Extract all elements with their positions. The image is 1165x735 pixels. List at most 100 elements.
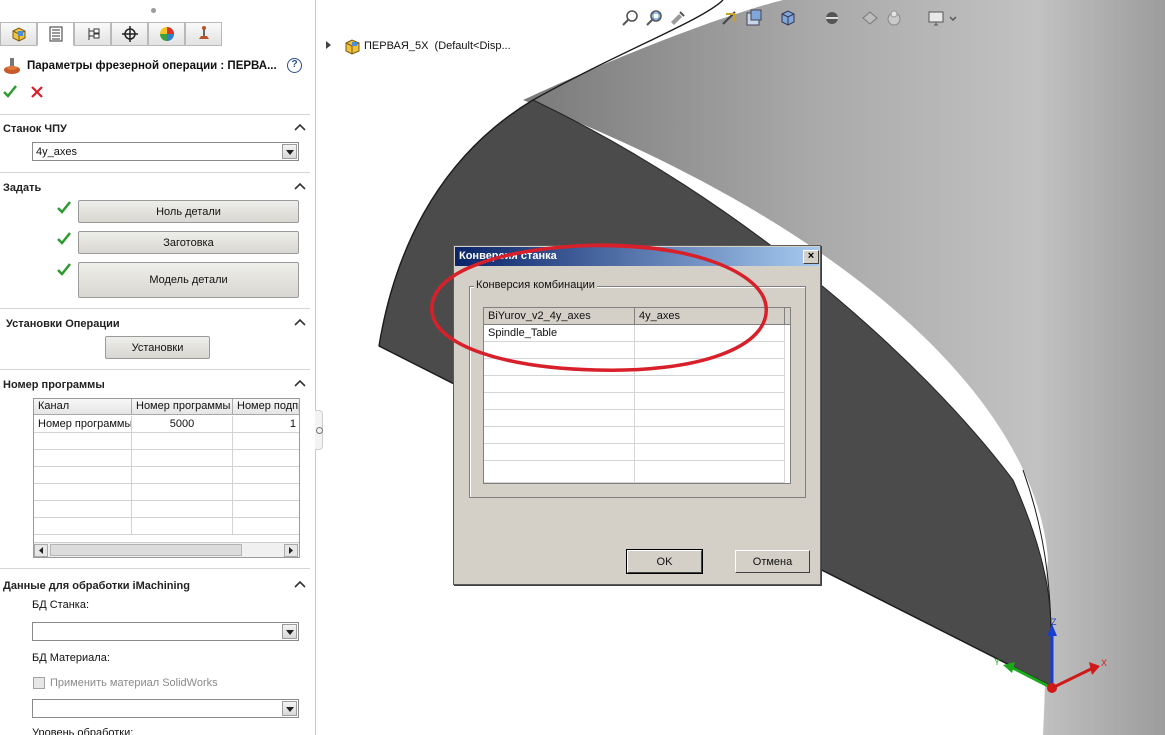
- grid-cell[interactable]: [233, 518, 299, 535]
- grid-cell[interactable]: [484, 393, 635, 410]
- grid-cell[interactable]: [34, 450, 132, 467]
- check-icon: [57, 232, 71, 245]
- configuration-manager-icon[interactable]: [74, 22, 111, 46]
- grid-cell[interactable]: [233, 450, 299, 467]
- cancel-x-icon[interactable]: [29, 84, 45, 100]
- dropdown-arrow-icon[interactable]: [282, 144, 297, 159]
- grid-cell[interactable]: [132, 467, 233, 484]
- previous-view-icon[interactable]: [668, 8, 688, 28]
- chevron-up-icon[interactable]: [294, 578, 306, 590]
- grid-cell[interactable]: [635, 376, 785, 393]
- grid-cell[interactable]: [635, 325, 785, 342]
- section-define-header[interactable]: Задать: [0, 179, 315, 199]
- display-style-icon[interactable]: [822, 8, 842, 28]
- column-header-target[interactable]: 4у_axes: [635, 308, 785, 325]
- dynamic-annotation-icon[interactable]: [744, 8, 764, 28]
- column-header-program-number[interactable]: Номер программы: [132, 399, 233, 415]
- grid-cell[interactable]: [233, 433, 299, 450]
- grid-cell[interactable]: [484, 410, 635, 427]
- stock-button[interactable]: Заготовка: [78, 231, 299, 254]
- dropdown-arrow-icon[interactable]: [282, 701, 297, 716]
- machine-db-select[interactable]: [32, 622, 299, 641]
- chevron-up-icon[interactable]: [294, 180, 306, 192]
- grid-cell[interactable]: [132, 450, 233, 467]
- grid-cell[interactable]: [635, 410, 785, 427]
- scrollbar-thumb[interactable]: [50, 544, 242, 556]
- ok-button[interactable]: OK: [626, 549, 703, 574]
- part-zero-button[interactable]: Ноль детали: [78, 200, 299, 223]
- column-header-subprogram-number[interactable]: Номер подпро: [233, 399, 299, 415]
- grid-cell[interactable]: [484, 376, 635, 393]
- scroll-right-icon[interactable]: [284, 544, 298, 557]
- grid-cell[interactable]: [484, 444, 635, 461]
- zoom-area-icon[interactable]: [644, 8, 664, 28]
- scroll-left-icon[interactable]: [34, 544, 48, 557]
- grid-cell[interactable]: [132, 433, 233, 450]
- section-program-header[interactable]: Номер программы: [0, 376, 315, 396]
- grid-cell[interactable]: [233, 467, 299, 484]
- ok-check-icon[interactable]: [2, 84, 18, 100]
- chevron-up-icon[interactable]: [294, 316, 306, 328]
- edit-appearance-icon[interactable]: [884, 8, 904, 28]
- grid-cell[interactable]: [635, 461, 785, 483]
- target-icon[interactable]: [111, 22, 148, 46]
- section-title: Установки Операции: [6, 318, 120, 330]
- section-imachining-header[interactable]: Данные для обработки iMachining: [0, 577, 315, 597]
- section-view-icon[interactable]: [720, 8, 740, 28]
- grid-cell[interactable]: [34, 518, 132, 535]
- grid-cell[interactable]: [484, 427, 635, 444]
- grid-cell[interactable]: [132, 501, 233, 518]
- grid-cell[interactable]: [233, 484, 299, 501]
- grid-cell[interactable]: Номер программы: [34, 416, 132, 433]
- dialog-titlebar[interactable]: Конверсия станка ×: [455, 247, 819, 266]
- view-orientation-icon[interactable]: [778, 8, 798, 28]
- chevron-down-icon[interactable]: [948, 8, 958, 28]
- grid-cell[interactable]: [34, 501, 132, 518]
- cancel-button[interactable]: Отмена: [735, 550, 810, 573]
- grid-cell[interactable]: [484, 461, 635, 483]
- chevron-up-icon[interactable]: [294, 121, 306, 133]
- grid-cell[interactable]: 5000: [132, 416, 233, 433]
- grid-cell[interactable]: [635, 444, 785, 461]
- panel-collapse-handle[interactable]: [315, 410, 323, 450]
- hide-show-items-icon[interactable]: [860, 8, 880, 28]
- grid-cell[interactable]: [233, 501, 299, 518]
- machine-select[interactable]: 4у_axes: [32, 142, 299, 161]
- view-settings-icon[interactable]: [926, 8, 946, 28]
- grid-cell[interactable]: [635, 342, 785, 359]
- panel-grip[interactable]: [0, 0, 315, 20]
- expand-arrow-icon[interactable]: [326, 41, 331, 49]
- grid-cell[interactable]: [34, 433, 132, 450]
- horizontal-scrollbar[interactable]: [34, 542, 299, 557]
- grid-cell[interactable]: [484, 342, 635, 359]
- section-machine-header[interactable]: Станок ЧПУ: [0, 120, 315, 140]
- grid-cell[interactable]: Spindle_Table: [484, 325, 635, 342]
- grid-cell[interactable]: 1: [233, 416, 299, 433]
- chevron-up-icon[interactable]: [294, 377, 306, 389]
- grid-cell[interactable]: [34, 484, 132, 501]
- grid-cell[interactable]: [132, 518, 233, 535]
- grid-cell[interactable]: [484, 359, 635, 376]
- material-db-select[interactable]: [32, 699, 299, 718]
- column-header-channel[interactable]: Канал: [34, 399, 132, 415]
- grid-cell[interactable]: [635, 427, 785, 444]
- feature-manager-icon[interactable]: [0, 22, 37, 46]
- grid-cell[interactable]: [635, 393, 785, 410]
- conversion-grid[interactable]: BiYurov_v2_4y_axes 4у_axes Spindle_Table: [483, 307, 791, 484]
- grid-cell[interactable]: [34, 467, 132, 484]
- cam-icon[interactable]: [185, 22, 222, 46]
- dropdown-arrow-icon[interactable]: [282, 624, 297, 639]
- part-model-button[interactable]: Модель детали: [78, 262, 299, 298]
- setups-button[interactable]: Установки: [105, 336, 210, 359]
- display-manager-icon[interactable]: [148, 22, 185, 46]
- zoom-to-fit-icon[interactable]: [620, 8, 640, 28]
- grid-cell[interactable]: [635, 359, 785, 376]
- apply-material-checkbox[interactable]: [33, 677, 45, 689]
- grid-cell[interactable]: [132, 484, 233, 501]
- column-header-source[interactable]: BiYurov_v2_4y_axes: [484, 308, 635, 325]
- program-number-grid[interactable]: Канал Номер программы Номер подпро Номер…: [33, 398, 300, 558]
- section-setups-header[interactable]: Установки Операции: [0, 315, 315, 335]
- help-icon[interactable]: ?: [287, 58, 302, 73]
- property-manager-icon[interactable]: [37, 22, 74, 46]
- close-icon[interactable]: ×: [803, 250, 819, 264]
